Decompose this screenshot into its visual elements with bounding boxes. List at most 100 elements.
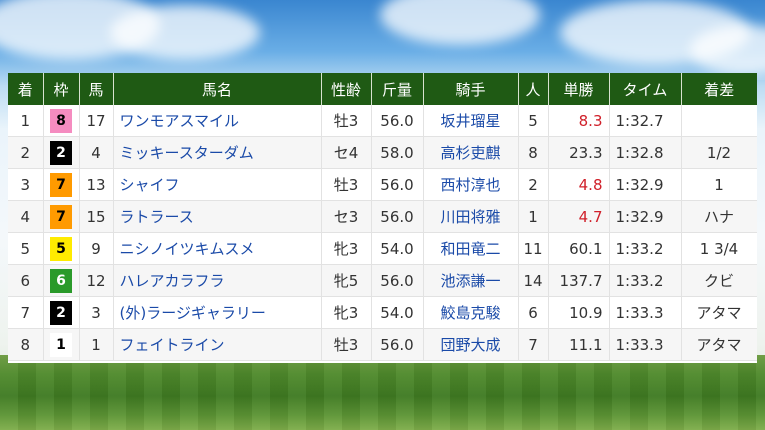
time-cell: 1:33.2 — [609, 264, 682, 297]
horse-name-link[interactable]: フェイトライン — [113, 328, 322, 361]
sex-age-cell: セ4 — [321, 136, 372, 169]
header-horse-number: 馬 — [79, 73, 114, 105]
horse-number-cell: 12 — [79, 264, 114, 297]
margin-cell: アタマ — [681, 296, 757, 329]
frame-badge: 7 — [50, 204, 72, 229]
popularity-cell: 14 — [518, 264, 549, 297]
win-odds-cell: 60.1 — [548, 232, 610, 265]
margin-cell: アタマ — [681, 328, 757, 361]
horse-name-link[interactable]: (外)ラージギャラリー — [113, 296, 322, 329]
table-row: 7 2 3 (外)ラージギャラリー 牝3 54.0 鮫島克駿 6 10.9 1:33.3 アタマ — [8, 296, 757, 329]
horse-number-cell: 15 — [79, 200, 114, 233]
table-row: 3 7 13 シャイフ 牡3 56.0 西村淳也 2 4.8 1:32.9 1 — [8, 168, 757, 201]
weight-cell: 58.0 — [371, 136, 424, 169]
win-odds-cell: 4.7 — [548, 200, 610, 233]
weight-cell: 54.0 — [371, 232, 424, 265]
time-cell: 1:32.9 — [609, 168, 682, 201]
time-cell: 1:32.8 — [609, 136, 682, 169]
weight-cell: 56.0 — [371, 264, 424, 297]
time-cell: 1:33.3 — [609, 328, 682, 361]
header-sex-age: 性齢 — [321, 73, 372, 105]
popularity-cell: 11 — [518, 232, 549, 265]
table-row: 1 8 17 ワンモアスマイル 牡3 56.0 坂井瑠星 5 8.3 1:32.7 — [8, 105, 757, 137]
header-frame: 枠 — [43, 73, 80, 105]
horse-name-link[interactable]: ワンモアスマイル — [113, 105, 322, 137]
horse-name-link[interactable]: ハレアカラフラ — [113, 264, 322, 297]
jockey-link[interactable]: 西村淳也 — [423, 168, 519, 201]
jockey-link[interactable]: 川田将雅 — [423, 200, 519, 233]
rank-cell: 4 — [8, 200, 44, 233]
table-row: 2 2 4 ミッキースターダム セ4 58.0 高杉吏麒 8 23.3 1:32.8 1/2 — [8, 136, 757, 169]
jockey-link[interactable]: 坂井瑠星 — [423, 105, 519, 137]
margin-cell: 1 — [681, 168, 757, 201]
popularity-cell: 7 — [518, 328, 549, 361]
rank-cell: 7 — [8, 296, 44, 329]
header-popularity: 人 — [518, 73, 549, 105]
jockey-link[interactable]: 池添謙一 — [423, 264, 519, 297]
popularity-cell: 5 — [518, 105, 549, 137]
frame-badge: 1 — [50, 332, 72, 357]
popularity-cell: 8 — [518, 136, 549, 169]
win-odds-cell: 11.1 — [548, 328, 610, 361]
horse-name-link[interactable]: ミッキースターダム — [113, 136, 322, 169]
margin-cell: 1 3/4 — [681, 232, 757, 265]
sex-age-cell: 牝3 — [321, 296, 372, 329]
frame-cell: 1 — [43, 328, 80, 361]
table-row: 4 7 15 ラトラース セ3 56.0 川田将雅 1 4.7 1:32.9 ハナ — [8, 200, 757, 233]
frame-cell: 6 — [43, 264, 80, 297]
horse-number-cell: 13 — [79, 168, 114, 201]
win-odds-cell: 10.9 — [548, 296, 610, 329]
time-cell: 1:33.3 — [609, 296, 682, 329]
weight-cell: 56.0 — [371, 328, 424, 361]
frame-badge: 8 — [50, 108, 72, 133]
time-cell: 1:32.7 — [609, 105, 682, 137]
win-odds-cell: 4.8 — [548, 168, 610, 201]
frame-badge: 7 — [50, 172, 72, 197]
rank-cell: 5 — [8, 232, 44, 265]
sex-age-cell: 牡3 — [321, 328, 372, 361]
popularity-cell: 6 — [518, 296, 549, 329]
table-header-row: 着 枠 馬 馬名 性齢 斤量 騎手 人 単勝 タイム 着差 — [8, 73, 757, 105]
horse-name-link[interactable]: ラトラース — [113, 200, 322, 233]
popularity-cell: 2 — [518, 168, 549, 201]
horse-number-cell: 3 — [79, 296, 114, 329]
header-horse-name: 馬名 — [113, 73, 322, 105]
frame-badge: 5 — [50, 236, 72, 261]
win-odds-cell: 137.7 — [548, 264, 610, 297]
race-result-table: 着 枠 馬 馬名 性齢 斤量 騎手 人 単勝 タイム 着差 1 8 17 ワンモアスマ… — [8, 73, 757, 361]
horse-number-cell: 9 — [79, 232, 114, 265]
header-rank: 着 — [8, 73, 44, 105]
jockey-link[interactable]: 鮫島克駿 — [423, 296, 519, 329]
jockey-link[interactable]: 団野大成 — [423, 328, 519, 361]
frame-cell: 8 — [43, 105, 80, 137]
horse-number-cell: 17 — [79, 105, 114, 137]
win-odds-cell: 8.3 — [548, 105, 610, 137]
header-weight: 斤量 — [371, 73, 424, 105]
frame-badge: 6 — [50, 268, 72, 293]
rank-cell: 1 — [8, 105, 44, 137]
rank-cell: 3 — [8, 168, 44, 201]
table-row: 5 5 9 ニシノイツキムスメ 牝3 54.0 和田竜二 11 60.1 1:33.2 1 3/4 — [8, 232, 757, 265]
weight-cell: 54.0 — [371, 296, 424, 329]
rank-cell: 8 — [8, 328, 44, 361]
margin-cell — [681, 105, 757, 137]
jockey-link[interactable]: 和田竜二 — [423, 232, 519, 265]
frame-cell: 5 — [43, 232, 80, 265]
jockey-link[interactable]: 高杉吏麒 — [423, 136, 519, 169]
margin-cell: クビ — [681, 264, 757, 297]
sex-age-cell: セ3 — [321, 200, 372, 233]
sex-age-cell: 牡3 — [321, 105, 372, 137]
horse-name-link[interactable]: シャイフ — [113, 168, 322, 201]
frame-cell: 2 — [43, 296, 80, 329]
frame-badge: 2 — [50, 300, 72, 325]
weight-cell: 56.0 — [371, 105, 424, 137]
horse-number-cell: 1 — [79, 328, 114, 361]
horse-number-cell: 4 — [79, 136, 114, 169]
weight-cell: 56.0 — [371, 168, 424, 201]
header-win-odds: 単勝 — [548, 73, 610, 105]
turf-background — [0, 355, 765, 430]
horse-name-link[interactable]: ニシノイツキムスメ — [113, 232, 322, 265]
sex-age-cell: 牝5 — [321, 264, 372, 297]
header-jockey: 騎手 — [423, 73, 519, 105]
table-row: 6 6 12 ハレアカラフラ 牝5 56.0 池添謙一 14 137.7 1:33.2 クビ — [8, 264, 757, 297]
